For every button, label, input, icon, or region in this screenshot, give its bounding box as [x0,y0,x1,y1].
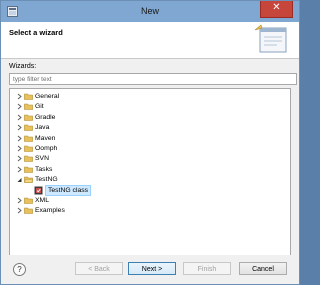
close-icon: ✕ [272,2,281,13]
tree-item-label: Tasks [35,165,53,173]
tree-item-label: TestNG [35,176,58,184]
expand-arrow-icon[interactable] [16,113,23,122]
tree-item-gradle[interactable]: Gradle [10,113,280,122]
tree-item-label: Gradle [35,113,56,121]
wizard-body: Wizards: General Git Gradle J [1,59,299,284]
tree-item-label: SVN [35,155,49,163]
wizard-tree[interactable]: General Git Gradle Java Maven Oomph SVN … [9,88,291,262]
page-title: Select a wizard [9,28,63,37]
folder-icon [24,208,33,215]
expand-arrow-icon[interactable] [16,144,23,153]
tree-item-label: Git [35,103,44,111]
open-folder-icon [24,176,33,183]
expand-arrow-icon[interactable] [16,92,23,101]
button-bar: ? < Back Next > Finish Cancel [1,255,299,284]
folder-icon [24,145,33,152]
tree-item-java[interactable]: Java [10,123,280,132]
wizards-label: Wizards: [9,63,37,70]
tree-item-maven[interactable]: Maven [10,134,280,143]
collapse-arrow-icon[interactable] [16,175,23,184]
folder-icon [24,124,33,131]
folder-icon [24,93,33,100]
finish-button[interactable]: Finish [183,262,231,275]
expand-arrow-icon[interactable] [16,154,23,163]
testng-class-icon [34,186,43,195]
back-button[interactable]: < Back [75,262,123,275]
tree-item-xml[interactable]: XML [10,196,280,205]
expand-arrow-icon[interactable] [16,123,23,132]
cancel-button[interactable]: Cancel [239,262,287,275]
tree-item-examples[interactable]: Examples [10,206,280,215]
tree-item-label: Examples [35,207,65,215]
tree-item-oomph[interactable]: Oomph [10,144,280,153]
expand-arrow-icon[interactable] [16,102,23,111]
folder-icon [24,156,33,163]
folder-icon [24,104,33,111]
window-title: New [140,6,159,16]
tree-item-label: Maven [35,134,56,142]
wizard-header: Select a wizard [1,22,299,59]
expand-arrow-icon[interactable] [16,196,23,205]
tree-item-git[interactable]: Git [10,102,280,111]
expand-arrow-icon[interactable] [16,206,23,215]
tree-item-svn[interactable]: SVN [10,154,280,163]
new-wizard-dialog: New ✕ Select a wizard Wizards: General [0,0,300,285]
tree-item-testng-class[interactable]: TestNG class [10,184,280,196]
tree-item-testng[interactable]: TestNG [10,175,280,184]
folder-icon [24,166,33,173]
tree-item-label: Java [35,124,50,132]
folder-icon [24,197,33,204]
wizard-banner-icon [254,24,287,53]
help-icon: ? [17,265,22,274]
folder-icon [24,114,33,121]
next-button[interactable]: Next > [128,262,176,275]
expand-arrow-icon[interactable] [16,165,23,174]
tree-item-tasks[interactable]: Tasks [10,165,280,174]
tree-item-label: General [35,93,60,100]
tree-item-general[interactable]: General [10,92,280,101]
folder-icon [24,135,33,142]
expand-arrow-icon[interactable] [16,134,23,143]
close-button[interactable]: ✕ [260,1,293,18]
filter-input[interactable] [9,73,297,85]
tree-item-label: XML [35,197,49,204]
title-bar[interactable]: New ✕ [1,1,299,22]
tree-item-label: Oomph [35,145,58,152]
help-button[interactable]: ? [13,263,26,276]
tree-item-label: TestNG class [45,184,92,196]
